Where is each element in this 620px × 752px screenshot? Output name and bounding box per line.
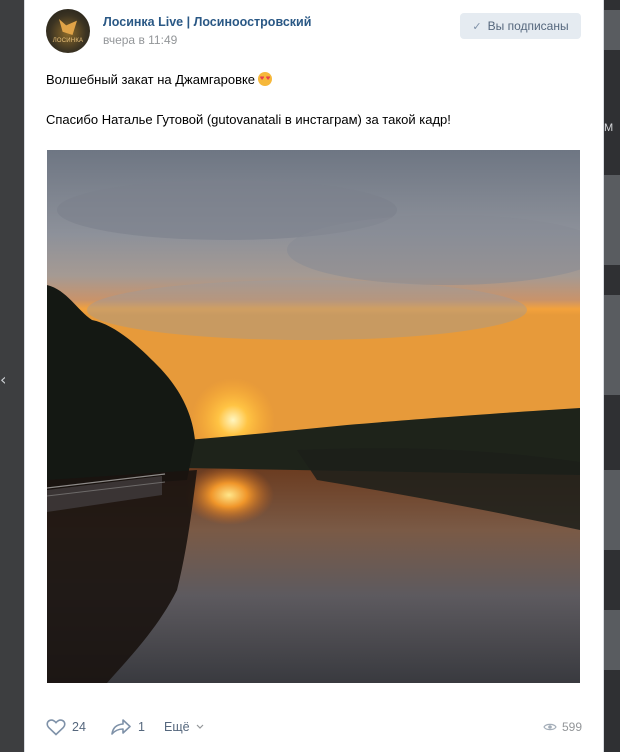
background-thumbnail xyxy=(604,295,620,395)
share-button[interactable]: 1 xyxy=(110,712,145,742)
post-time-link[interactable]: вчера в 11:49 xyxy=(103,33,177,47)
background-thumbnail xyxy=(604,610,620,670)
post-card: ЛОСИНКА Лосинка Live | Лосиноостровский … xyxy=(24,0,604,752)
more-label: Ещё xyxy=(164,720,190,734)
background-thumbnail xyxy=(604,470,620,550)
like-button[interactable]: 24 xyxy=(46,712,86,742)
post-text-line-2: Спасибо Наталье Гутовой (gutovanatali в … xyxy=(46,112,451,127)
views-counter: 599 xyxy=(543,712,582,742)
more-button[interactable]: Ещё xyxy=(164,712,204,742)
group-name-link[interactable]: Лосинка Live | Лосиноостровский xyxy=(103,15,311,29)
post-photo[interactable] xyxy=(47,150,580,683)
avatar-logo-text: ЛОСИНКА xyxy=(52,38,84,44)
post-actions-bar: 24 1 Ещё 599 xyxy=(46,712,582,742)
checkmark-icon: ✓ xyxy=(472,19,482,33)
group-avatar[interactable]: ЛОСИНКА xyxy=(46,9,90,53)
heart-icon xyxy=(46,719,66,736)
prev-arrow-icon[interactable]: ‹ xyxy=(0,370,6,389)
background-text: M xyxy=(604,122,614,134)
subscribed-button-label: Вы подписаны xyxy=(487,19,569,33)
share-count: 1 xyxy=(138,720,145,734)
chevron-down-icon xyxy=(196,724,204,729)
eye-icon xyxy=(543,723,557,731)
heart-eyes-emoji-icon xyxy=(258,72,273,86)
post-text-line-1-content: Волшебный закат на Джамгаровке xyxy=(46,72,256,87)
post-text-line-1: Волшебный закат на Джамгаровке xyxy=(46,72,273,87)
like-count: 24 xyxy=(72,720,86,734)
fox-logo-icon xyxy=(59,19,77,35)
subscribed-button[interactable]: ✓ Вы подписаны xyxy=(460,13,581,39)
background-thumbnail xyxy=(604,10,620,50)
background-thumbnail xyxy=(604,175,620,265)
share-arrow-icon xyxy=(111,719,131,735)
views-count: 599 xyxy=(561,720,582,734)
background-left-panel: ‹ xyxy=(0,0,24,752)
